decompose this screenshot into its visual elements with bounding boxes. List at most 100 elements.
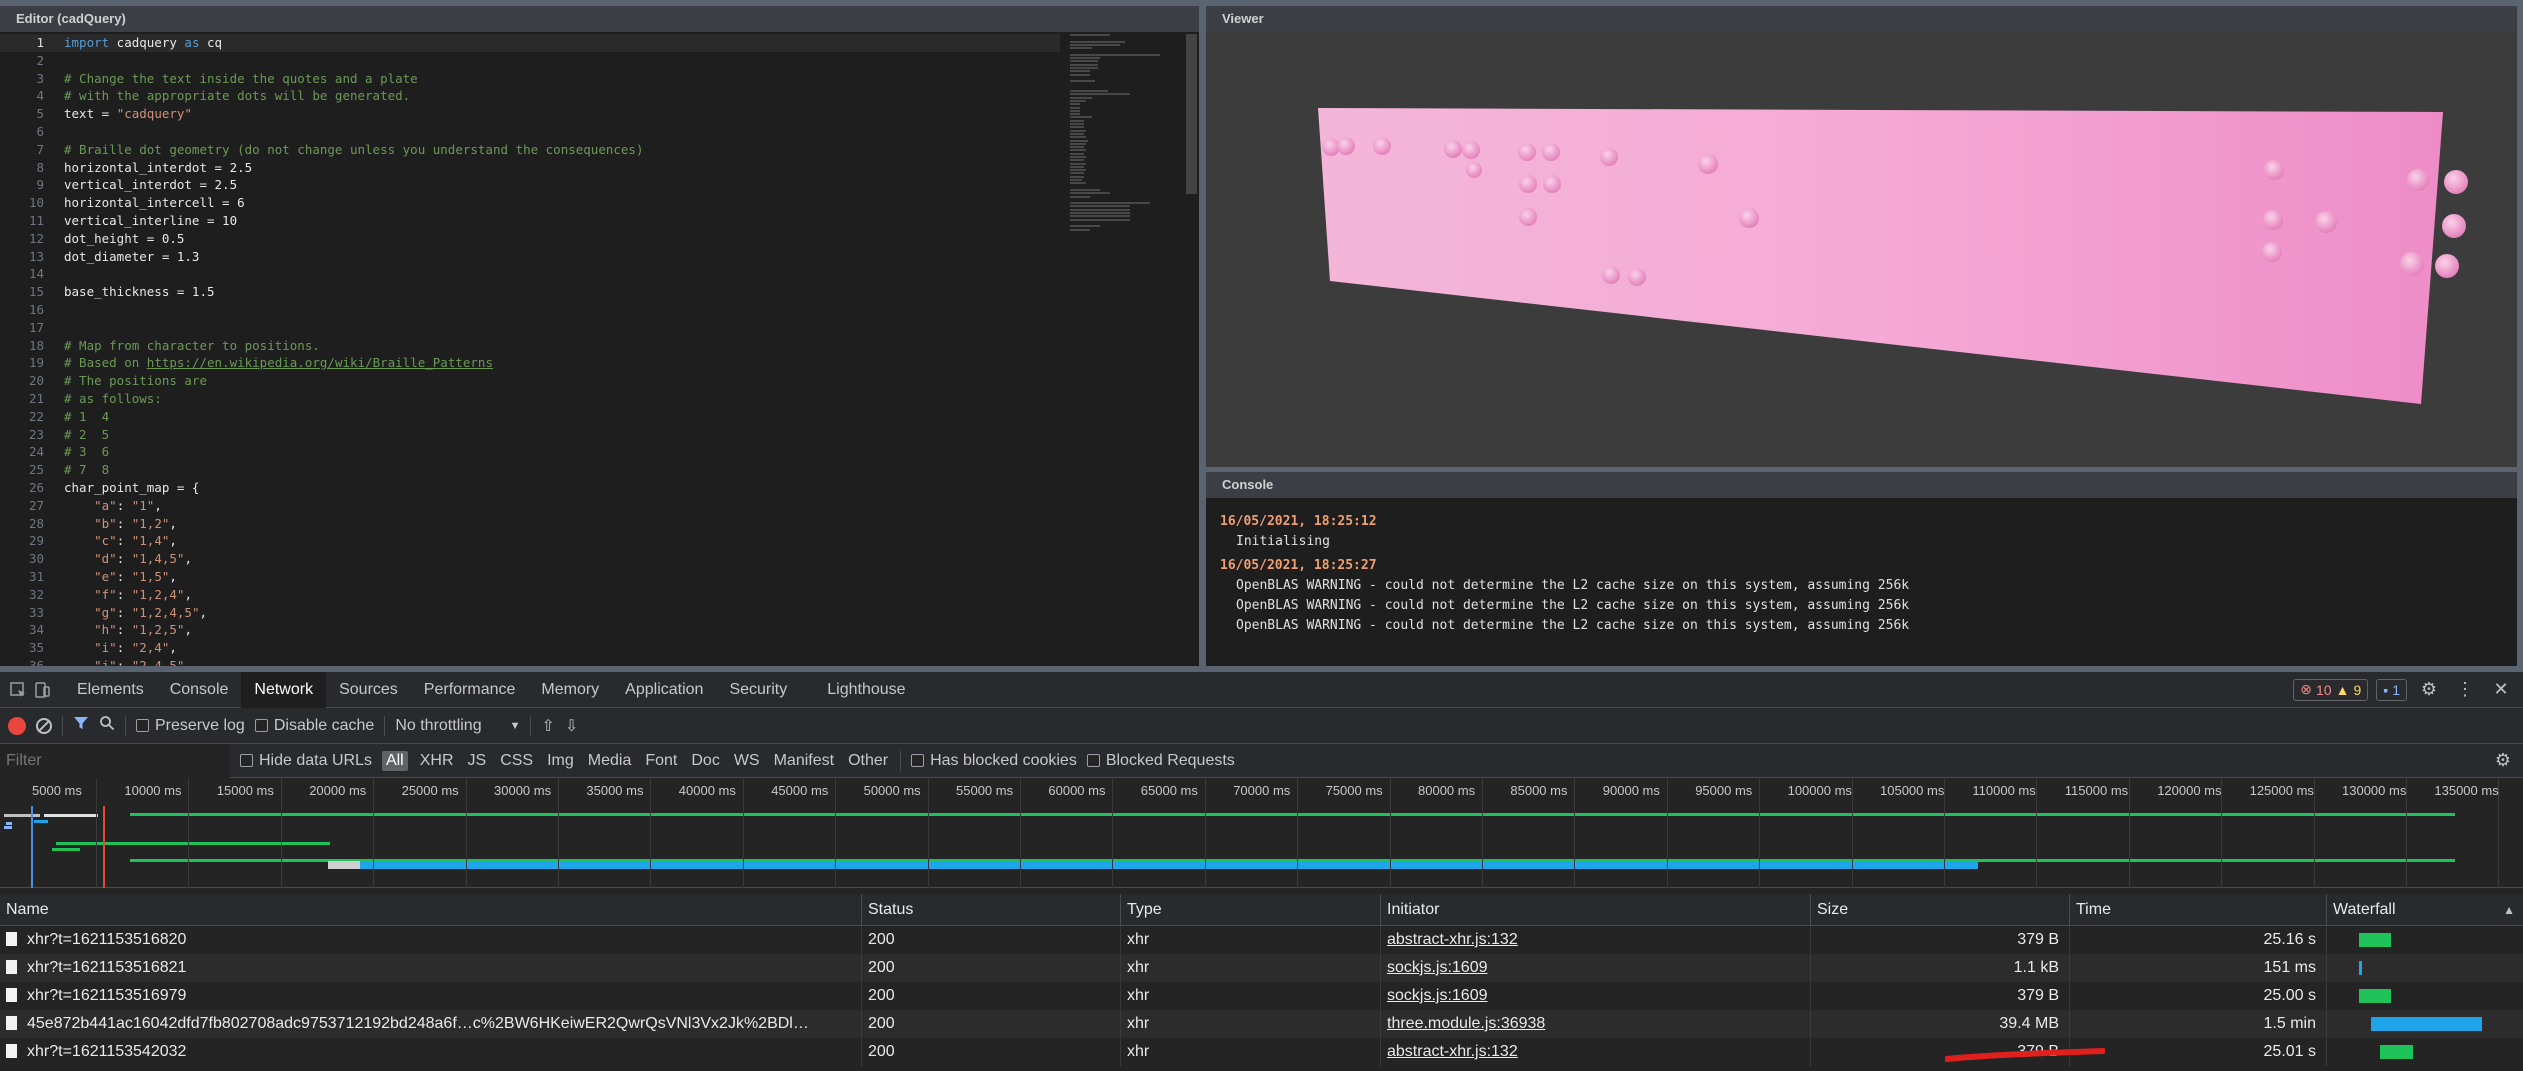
editor-scrollbar[interactable] xyxy=(1186,34,1197,194)
minimap-line xyxy=(1070,73,1090,76)
import-har-icon[interactable]: ⇧ xyxy=(541,716,554,736)
checkbox-box[interactable] xyxy=(911,754,925,767)
column-header-name[interactable]: Name xyxy=(0,894,862,925)
checkbox-box[interactable] xyxy=(240,754,253,767)
minimap-line xyxy=(1070,212,1130,215)
export-har-icon[interactable]: ⇩ xyxy=(565,716,578,736)
column-header-size[interactable]: Size xyxy=(1811,894,2070,925)
filter-type-manifest[interactable]: Manifest xyxy=(772,751,836,771)
code-line: 15 base_thickness = 1.5 xyxy=(0,283,1060,301)
request-type: xhr xyxy=(1121,1010,1381,1038)
message-counts[interactable]: ▪ 1 xyxy=(2376,678,2407,701)
timeline-gridline xyxy=(1389,778,1391,888)
filter-type-xhr[interactable]: XHR xyxy=(418,751,456,771)
column-header-time[interactable]: Time xyxy=(2070,894,2327,925)
filter-type-other[interactable]: Other xyxy=(846,751,890,771)
filter-type-media[interactable]: Media xyxy=(586,751,634,771)
line-number: 13 xyxy=(28,248,44,264)
throttling-select[interactable]: No throttling ▼ xyxy=(395,717,520,735)
code-line: 25 # 7 8 xyxy=(0,461,1060,479)
settings-gear-icon[interactable]: ⚙ xyxy=(2415,676,2443,704)
tab-sources[interactable]: Sources xyxy=(326,672,411,708)
timeline-gridline xyxy=(1112,778,1114,888)
console-output: 16/05/2021, 18:25:12 Initialising 16/05/20… xyxy=(1206,498,2517,636)
code-text: # The positions are xyxy=(64,373,207,389)
table-row[interactable]: xhr?t=1621153516820 200 xhr abstract-xhr.js… xyxy=(0,926,2523,954)
code-link[interactable]: https://en.wikipedia.org/wiki/Braille_Pa… xyxy=(147,355,493,370)
network-settings-gear-icon[interactable]: ⚙ xyxy=(2489,747,2517,775)
request-initiator[interactable]: sockjs.js:1609 xyxy=(1381,982,1811,1010)
timeline-tick-label: 130000 ms xyxy=(2342,783,2407,798)
filter-type-doc[interactable]: Doc xyxy=(689,751,721,771)
tab-lighthouse[interactable]: Lighthouse xyxy=(814,672,918,708)
tab-network[interactable]: Network xyxy=(241,671,327,708)
network-overview-timeline[interactable]: 5000 ms 10000 ms 15000 ms 20000 ms 25000 ms 3… xyxy=(0,778,2523,888)
3d-viewport[interactable] xyxy=(1206,32,2517,467)
checkbox-box[interactable] xyxy=(254,719,268,732)
issue-counts[interactable]: ⊗ 10 ▲ 9 xyxy=(2293,678,2369,701)
tab-memory[interactable]: Memory xyxy=(528,672,612,708)
code-line: 35 "i": "2,4", xyxy=(0,639,1060,657)
request-initiator[interactable]: abstract-xhr.js:132 xyxy=(1381,926,1811,954)
filter-type-font[interactable]: Font xyxy=(643,751,679,771)
blocked-requests-checkbox[interactable]: Blocked Requests xyxy=(1086,752,1235,770)
tab-performance[interactable]: Performance xyxy=(411,672,529,708)
request-name[interactable]: 45e872b441ac16042dfd7fb802708adc97537121… xyxy=(0,1010,862,1038)
column-header-type[interactable]: Type xyxy=(1121,894,1381,925)
request-name[interactable]: xhr?t=1621153516979 xyxy=(0,982,862,1010)
column-header-initiator[interactable]: Initiator xyxy=(1381,894,1811,925)
table-row[interactable]: xhr?t=1621153516821 200 xhr sockjs.js:1609 1… xyxy=(0,954,2523,982)
filter-input[interactable] xyxy=(0,743,230,778)
sort-ascending-icon[interactable]: ▲ xyxy=(2503,894,2515,926)
request-name[interactable]: xhr?t=1621153516820 xyxy=(0,926,862,954)
preserve-log-checkbox[interactable]: Preserve log xyxy=(136,717,245,735)
line-number: 9 xyxy=(36,177,44,193)
close-icon[interactable]: ✕ xyxy=(2487,676,2515,704)
table-row[interactable]: xhr?t=1621153516979 200 xhr sockjs.js:1609 3… xyxy=(0,982,2523,1010)
code-text: "a": "1", xyxy=(94,497,162,513)
filter-type-img[interactable]: Img xyxy=(545,751,576,771)
hide-data-urls-checkbox[interactable]: Hide data URLs xyxy=(240,752,372,770)
minimap-line xyxy=(1070,99,1086,102)
filter-type-all[interactable]: All xyxy=(381,750,408,771)
column-header-status[interactable]: Status xyxy=(862,894,1121,925)
editor-minimap[interactable] xyxy=(1070,34,1188,264)
tab-console[interactable]: Console xyxy=(157,672,242,708)
device-toolbar-icon[interactable] xyxy=(30,672,54,708)
request-initiator[interactable]: abstract-xhr.js:132 xyxy=(1381,1038,1811,1066)
timeline-request-bar xyxy=(44,814,98,817)
request-name[interactable]: xhr?t=1621153516821 xyxy=(0,954,862,982)
minimap-line xyxy=(1070,208,1130,211)
clear-button[interactable] xyxy=(36,717,52,734)
file-icon xyxy=(6,960,17,974)
minimap-line xyxy=(1070,126,1084,129)
table-row[interactable]: 45e872b441ac16042dfd7fb802708adc97537121… xyxy=(0,1010,2523,1038)
code-editor[interactable]: 1 import cadquery as cq 2 3 # Change the tex… xyxy=(0,34,1060,666)
column-header-waterfall[interactable]: Waterfall ▲ xyxy=(2327,894,2523,925)
search-icon[interactable] xyxy=(99,715,115,736)
more-options-icon[interactable]: ⋮ xyxy=(2451,676,2479,704)
code-text: "b": "1,2", xyxy=(94,515,177,531)
filter-icon[interactable] xyxy=(73,715,89,736)
request-initiator[interactable]: three.module.js:36938 xyxy=(1381,1010,1811,1038)
checkbox-box[interactable] xyxy=(136,719,149,732)
code-text: "e": "1,5", xyxy=(94,568,177,584)
filter-type-css[interactable]: CSS xyxy=(498,751,535,771)
record-button[interactable] xyxy=(8,716,26,735)
filter-type-js[interactable]: JS xyxy=(466,751,489,771)
tab-elements[interactable]: Elements xyxy=(64,672,157,708)
request-initiator[interactable]: sockjs.js:1609 xyxy=(1381,954,1811,982)
table-row[interactable]: xhr?t=1621153542032 200 xhr abstract-xhr.js… xyxy=(0,1038,2523,1066)
tab-application[interactable]: Application xyxy=(612,672,716,708)
timeline-gridline xyxy=(742,778,744,888)
tab-security[interactable]: Security xyxy=(716,672,800,708)
line-number: 11 xyxy=(28,212,44,228)
request-name[interactable]: xhr?t=1621153542032 xyxy=(0,1038,862,1066)
disable-cache-checkbox[interactable]: Disable cache xyxy=(254,717,374,735)
filter-type-ws[interactable]: WS xyxy=(732,751,762,771)
timeline-tick-label: 20000 ms xyxy=(309,783,367,798)
checkbox-box[interactable] xyxy=(1086,754,1100,767)
inspect-element-icon[interactable] xyxy=(6,672,30,708)
has-blocked-cookies-checkbox[interactable]: Has blocked cookies xyxy=(911,752,1077,770)
timeline-gridline xyxy=(1020,778,1021,888)
